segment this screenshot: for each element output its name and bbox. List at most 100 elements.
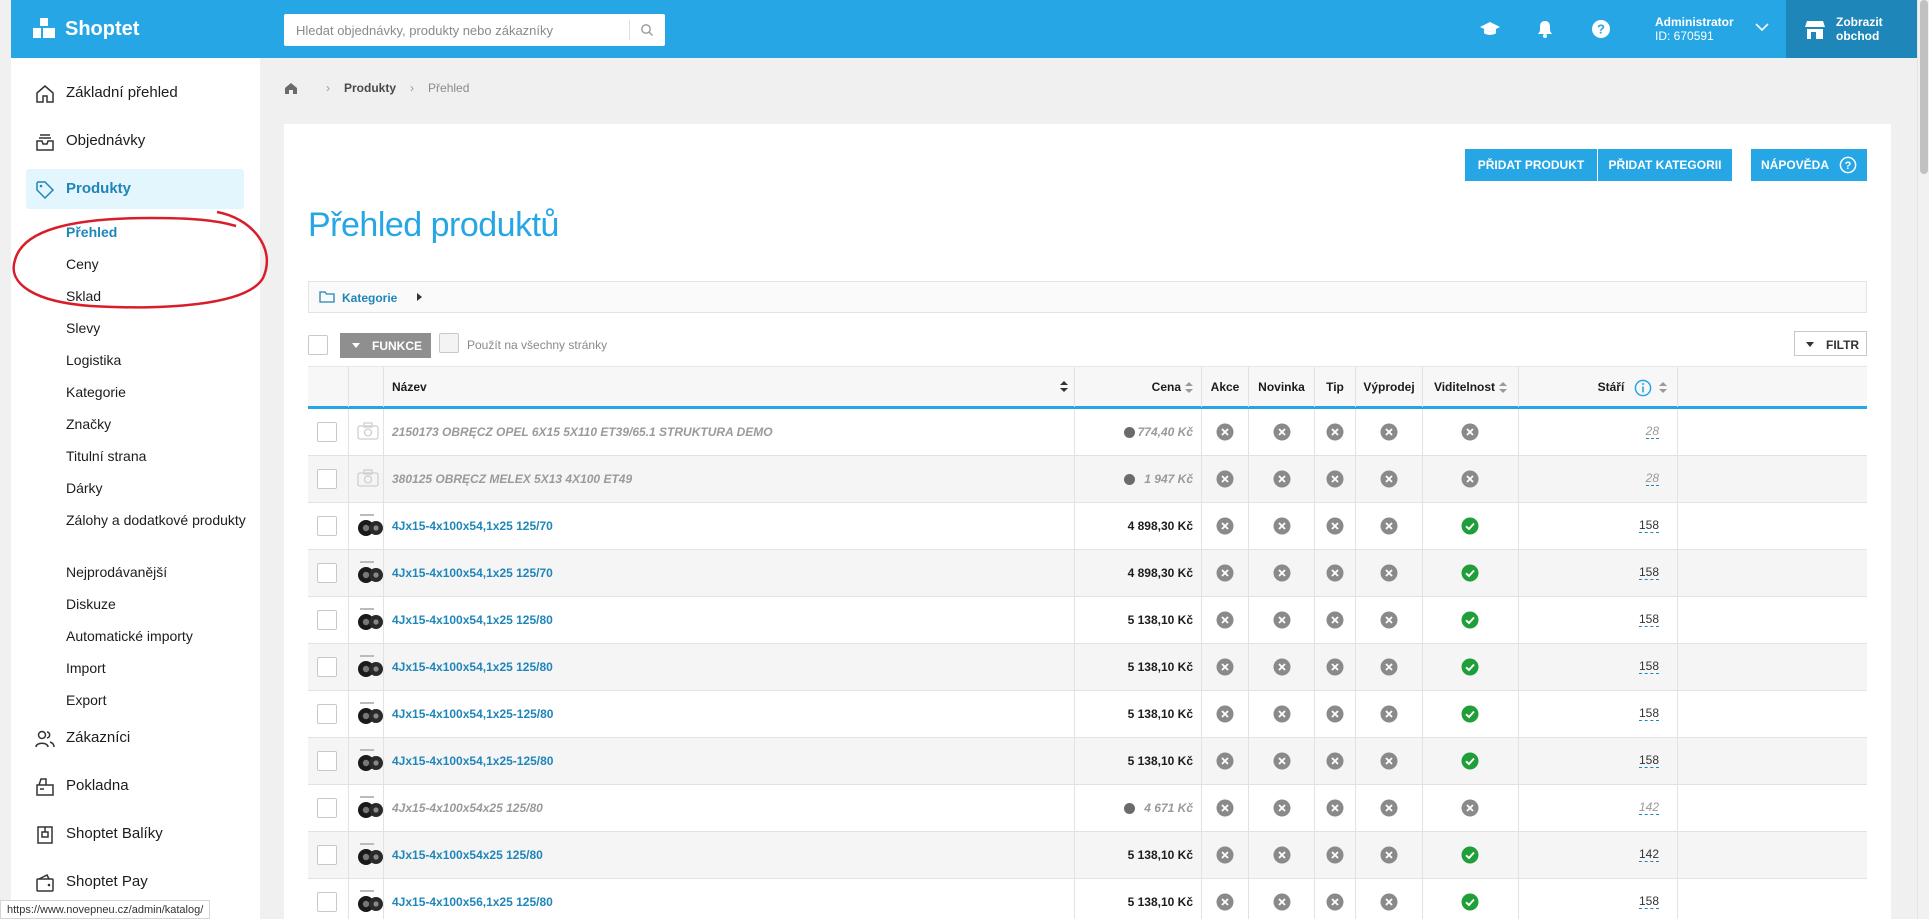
- header-name[interactable]: Název: [383, 367, 1074, 407]
- flag-off-icon[interactable]: [1380, 564, 1398, 582]
- sidebar-item-customers[interactable]: Zákazníci: [11, 718, 260, 758]
- product-age[interactable]: 28: [1645, 425, 1659, 439]
- apply-all-pages-checkbox[interactable]: [439, 333, 459, 353]
- row-checkbox[interactable]: [317, 751, 337, 771]
- flag-off-icon[interactable]: [1216, 893, 1234, 911]
- filter-button[interactable]: FILTR: [1794, 331, 1867, 356]
- flag-off-icon[interactable]: [1380, 611, 1398, 629]
- visible-check-icon[interactable]: [1461, 658, 1479, 676]
- view-store-button[interactable]: Zobrazit obchod: [1786, 0, 1919, 58]
- product-age[interactable]: 158: [1638, 566, 1659, 580]
- product-thumbnail[interactable]: [357, 701, 383, 727]
- sidebar-subitem-discounts[interactable]: Slevy: [66, 318, 246, 338]
- product-age[interactable]: 158: [1638, 519, 1659, 533]
- flag-off-icon[interactable]: [1273, 705, 1291, 723]
- flag-off-icon[interactable]: [1216, 846, 1234, 864]
- row-checkbox[interactable]: [317, 845, 337, 865]
- flag-off-icon[interactable]: [1216, 705, 1234, 723]
- flag-off-icon[interactable]: [1380, 517, 1398, 535]
- row-checkbox[interactable]: [317, 422, 337, 442]
- product-name-link[interactable]: 2150173 OBRĘCZ OPEL 6X15 5X110 ET39/65.1…: [392, 425, 773, 439]
- hidden-x-icon[interactable]: [1461, 423, 1479, 441]
- table-row[interactable]: 4Jx15-4x100x54x25 125/80 4 671 Kč 142: [308, 785, 1867, 832]
- sidebar-subitem-categories[interactable]: Kategorie: [66, 382, 246, 402]
- table-row[interactable]: 380125 OBRĘCZ MELEX 5X13 4X100 ET49 1 947…: [308, 456, 1867, 503]
- sort-icon[interactable]: [1060, 381, 1068, 393]
- product-age[interactable]: 142: [1638, 848, 1659, 862]
- help-icon[interactable]: ?: [1590, 18, 1612, 40]
- sidebar-item-shoptet-balik[interactable]: Shoptet Balíky: [11, 814, 260, 854]
- visible-check-icon[interactable]: [1461, 893, 1479, 911]
- sidebar-subitem-import[interactable]: Import: [66, 658, 246, 678]
- add-product-button[interactable]: PŘIDAT PRODUKT: [1465, 149, 1597, 181]
- chevron-down-icon[interactable]: [1755, 22, 1769, 32]
- flag-off-icon[interactable]: [1380, 423, 1398, 441]
- flag-off-icon[interactable]: [1273, 846, 1291, 864]
- header-age[interactable]: Stáří: [1518, 367, 1677, 407]
- sidebar-subitem-gifts[interactable]: Dárky: [66, 478, 246, 498]
- flag-off-icon[interactable]: [1326, 799, 1344, 817]
- visible-check-icon[interactable]: [1461, 705, 1479, 723]
- select-all-checkbox[interactable]: [308, 335, 328, 355]
- sidebar-item-orders[interactable]: Objednávky: [11, 121, 260, 161]
- header-visibility[interactable]: Viditelnost: [1422, 367, 1518, 407]
- header-price[interactable]: Cena: [1074, 367, 1201, 407]
- product-age[interactable]: 158: [1638, 707, 1659, 721]
- table-row[interactable]: 4Jx15-4x100x54,1x25 125/80 5 138,10 Kč 158: [308, 597, 1867, 644]
- flag-off-icon[interactable]: [1380, 846, 1398, 864]
- sidebar-subitem-auto-imports[interactable]: Automatické importy: [66, 626, 246, 646]
- product-thumbnail[interactable]: [357, 607, 383, 633]
- flag-off-icon[interactable]: [1380, 752, 1398, 770]
- visible-check-icon[interactable]: [1461, 846, 1479, 864]
- product-thumbnail[interactable]: [357, 842, 383, 868]
- sidebar-item-pos[interactable]: Pokladna: [11, 766, 260, 806]
- flag-off-icon[interactable]: [1326, 846, 1344, 864]
- flag-off-icon[interactable]: [1326, 517, 1344, 535]
- flag-off-icon[interactable]: [1216, 752, 1234, 770]
- functions-dropdown[interactable]: FUNKCE: [340, 333, 431, 358]
- table-row[interactable]: 4Jx15-4x100x54x25 125/80 5 138,10 Kč 142: [308, 832, 1867, 879]
- row-checkbox[interactable]: [317, 704, 337, 724]
- flag-off-icon[interactable]: [1380, 893, 1398, 911]
- row-checkbox[interactable]: [317, 469, 337, 489]
- flag-off-icon[interactable]: [1216, 799, 1234, 817]
- flag-off-icon[interactable]: [1273, 423, 1291, 441]
- category-bar[interactable]: Kategorie: [308, 281, 1867, 313]
- table-row[interactable]: 4Jx15-4x100x54,1x25 125/70 4 898,30 Kč 158: [308, 550, 1867, 597]
- flag-off-icon[interactable]: [1326, 893, 1344, 911]
- flag-off-icon[interactable]: [1326, 752, 1344, 770]
- row-checkbox[interactable]: [317, 610, 337, 630]
- flag-off-icon[interactable]: [1273, 893, 1291, 911]
- product-thumbnail[interactable]: [357, 654, 383, 680]
- scrollbar-thumb[interactable]: [1920, 0, 1928, 174]
- home-icon[interactable]: [284, 82, 298, 95]
- product-age[interactable]: 158: [1638, 660, 1659, 674]
- flag-off-icon[interactable]: [1273, 517, 1291, 535]
- flag-off-icon[interactable]: [1326, 705, 1344, 723]
- flag-off-icon[interactable]: [1326, 658, 1344, 676]
- product-name-link[interactable]: 4Jx15-4x100x54,1x25 125/70: [392, 566, 553, 580]
- flag-off-icon[interactable]: [1326, 564, 1344, 582]
- row-checkbox[interactable]: [317, 516, 337, 536]
- flag-off-icon[interactable]: [1216, 611, 1234, 629]
- breadcrumb-products[interactable]: Produkty: [344, 81, 396, 95]
- bell-icon[interactable]: [1534, 18, 1556, 40]
- flag-off-icon[interactable]: [1273, 611, 1291, 629]
- flag-off-icon[interactable]: [1380, 470, 1398, 488]
- hidden-x-icon[interactable]: [1461, 799, 1479, 817]
- add-category-button[interactable]: PŘIDAT KATEGORII: [1598, 149, 1732, 181]
- page-scrollbar[interactable]: [1917, 0, 1929, 919]
- flag-off-icon[interactable]: [1273, 470, 1291, 488]
- flag-off-icon[interactable]: [1380, 658, 1398, 676]
- table-row[interactable]: 4Jx15-4x100x54,1x25 125/80 5 138,10 Kč 158: [308, 644, 1867, 691]
- product-thumbnail[interactable]: [357, 513, 383, 539]
- visible-check-icon[interactable]: [1461, 517, 1479, 535]
- sidebar-subitem-brands[interactable]: Značky: [66, 414, 246, 434]
- flag-off-icon[interactable]: [1380, 705, 1398, 723]
- row-checkbox[interactable]: [317, 798, 337, 818]
- table-row[interactable]: 4Jx15-4x100x54,1x25-125/80 5 138,10 Kč 158: [308, 738, 1867, 785]
- product-thumbnail[interactable]: [357, 795, 383, 821]
- product-name-link[interactable]: 4Jx15-4x100x54,1x25-125/80: [392, 707, 553, 721]
- flag-off-icon[interactable]: [1216, 658, 1234, 676]
- user-menu[interactable]: Administrator ID: 670591: [1655, 15, 1734, 43]
